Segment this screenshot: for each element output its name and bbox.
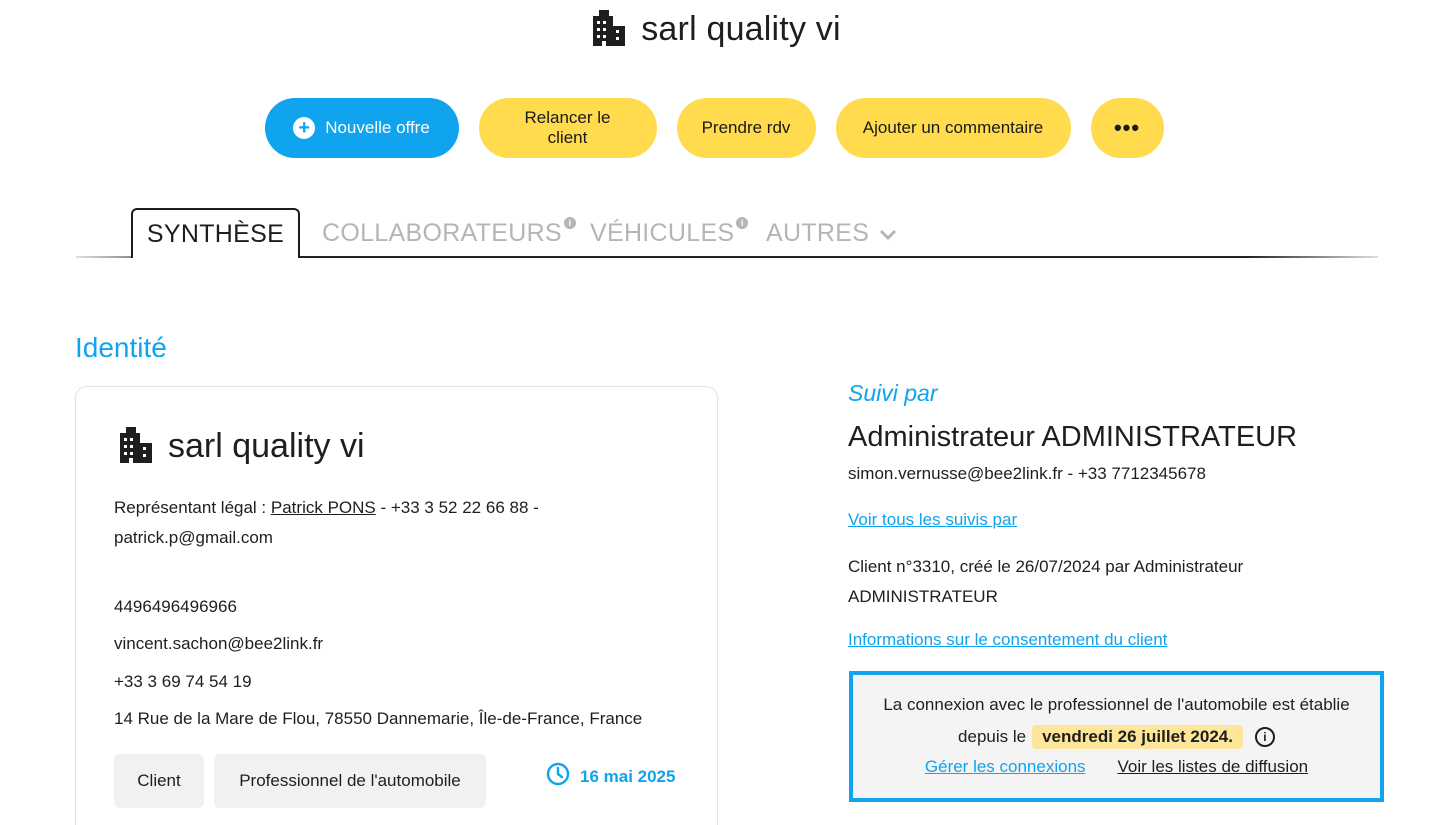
company-name: sarl quality vi — [168, 427, 365, 465]
tab-autres-label: AUTRES — [766, 218, 870, 247]
page-title: sarl quality vi — [0, 8, 1432, 51]
clock-icon — [546, 762, 570, 791]
consent-info-link[interactable]: Informations sur le consentement du clie… — [848, 630, 1167, 650]
client-info: Client n°3310, créé le 26/07/2024 par Ad… — [848, 557, 1244, 606]
connection-text: La connexion avec le professionnel de l'… — [883, 695, 1350, 714]
building-icon — [118, 425, 154, 468]
legal-representative: Représentant légal : Patrick PONS - +33 … — [114, 493, 594, 553]
info-icon: i — [563, 217, 576, 229]
followup-label: Suivi par — [848, 380, 938, 406]
tag-professional: Professionnel de l'automobile — [214, 754, 486, 808]
followup-contact: simon.vernusse@bee2link.fr - +33 7712345… — [848, 464, 1206, 483]
appointment-button[interactable]: Prendre rdv — [676, 98, 816, 158]
section-title-identity: Identité — [75, 332, 167, 363]
info-icon: i — [736, 217, 749, 229]
company-title: sarl quality vi — [118, 425, 365, 468]
tab-bar: SYNTHÈSE COLLABORATEURS i VÉHICULES i AU… — [76, 208, 1378, 258]
building-icon — [591, 8, 627, 51]
tab-vehicules-label: VÉHICULES — [590, 218, 735, 247]
connection-date-line: depuis le vendredi 26 juillet 2024. i — [853, 725, 1380, 749]
company-phone: +33 3 69 74 54 19 — [114, 672, 252, 691]
manage-connections-link[interactable]: Gérer les connexions — [925, 757, 1086, 777]
tab-autres[interactable]: AUTRES — [766, 208, 897, 258]
add-comment-button[interactable]: Ajouter un commentaire — [835, 98, 1071, 158]
tab-vehicules[interactable]: VÉHICULES i — [590, 208, 749, 258]
legal-rep-link[interactable]: Patrick PONS — [271, 498, 376, 517]
identity-card: sarl quality vi Représentant légal : Pat… — [75, 386, 718, 825]
connection-links: Gérer les connexions Voir les listes de … — [853, 757, 1380, 777]
new-offer-label: Nouvelle offre — [325, 118, 430, 137]
new-offer-button[interactable]: + Nouvelle offre — [264, 98, 459, 158]
siret-number: 4496496496966 — [114, 597, 237, 616]
info-icon[interactable]: i — [1254, 727, 1275, 747]
company-email: vincent.sachon@bee2link.fr — [114, 634, 324, 653]
connection-box: La connexion avec le professionnel de l'… — [849, 671, 1384, 802]
action-bar: + Nouvelle offre Relancer le client Pren… — [0, 98, 1432, 158]
legal-rep-label: Représentant légal : — [114, 498, 271, 517]
tab-collaborateurs[interactable]: COLLABORATEURS i — [322, 208, 576, 258]
tab-synthese[interactable]: SYNTHÈSE — [131, 208, 300, 258]
tag-client: Client — [114, 754, 204, 808]
tab-collaborateurs-label: COLLABORATEURS — [322, 218, 562, 247]
date-text: 16 mai 2025 — [580, 766, 676, 786]
company-address: 14 Rue de la Mare de Flou, 78550 Dannema… — [114, 709, 643, 728]
followup-name: Administrateur ADMINISTRATEUR — [848, 421, 1298, 453]
relaunch-client-button[interactable]: Relancer le client — [478, 98, 657, 158]
page-title-text: sarl quality vi — [641, 10, 841, 48]
plus-circle-icon: + — [293, 117, 316, 139]
connection-since: depuis le — [958, 727, 1027, 746]
chevron-down-icon — [879, 219, 897, 248]
connection-date: vendredi 26 juillet 2024. — [1032, 725, 1243, 749]
mailing-lists-link[interactable]: Voir les listes de diffusion — [1118, 757, 1309, 777]
more-actions-button[interactable]: ••• — [1090, 98, 1164, 158]
see-all-followups-link[interactable]: Voir tous les suivis par — [848, 510, 1017, 530]
last-activity-date: 16 mai 2025 — [546, 762, 675, 791]
